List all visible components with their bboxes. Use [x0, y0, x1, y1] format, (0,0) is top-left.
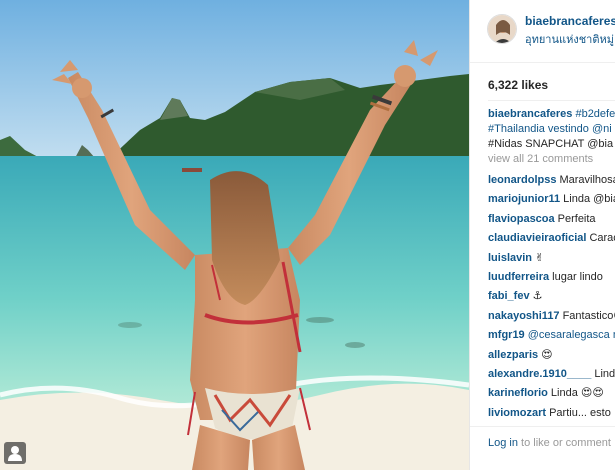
post-footer: Log in to like or comment — [470, 426, 615, 470]
comment-username[interactable]: leonardolpss — [488, 174, 556, 186]
comment-text: Partiu... esto — [549, 406, 611, 419]
comments-list: leonardolpss Maravilhosa mariojunior11 Lin… — [488, 173, 615, 425]
comment-username[interactable]: flaviopascoa — [488, 213, 555, 225]
comment-username[interactable]: luudferreira — [488, 271, 549, 283]
post-caption: biaebrancaferes #b2defe #Thailandia vest… — [488, 107, 615, 152]
comment-item: nakayoshi117Fantastico😍 — [488, 309, 615, 328]
caption-text: #Nidas SNAPCHAT @bia — [488, 138, 614, 150]
comment-item: luislavin ✌ — [488, 251, 615, 270]
comment-item: flaviopascoa Perfeita — [488, 212, 615, 231]
comment-username[interactable]: alexandre.1910____ — [488, 368, 591, 380]
caption-line: biaebrancaferes #b2defe — [488, 107, 615, 122]
comment-item: mfgr19 @cesaralegasca n — [488, 328, 615, 347]
avatar-image — [488, 15, 516, 43]
comment-text: 😍 — [541, 348, 553, 361]
comment-username[interactable]: allezparis — [488, 349, 538, 361]
comment-text: ✌ — [535, 251, 545, 264]
comment-item: allezparis 😍 — [488, 348, 615, 367]
comment-item: mariojunior11 Linda @bia — [488, 192, 615, 211]
view-all-comments-link[interactable]: view all 21 comments — [488, 153, 593, 165]
comment-username[interactable]: luislavin — [488, 252, 532, 264]
comment-item: liviomozart Partiu... esto — [488, 406, 615, 425]
comment-item: karineflorio Linda 😍😍 — [488, 386, 615, 405]
post-sidebar: biaebrancaferes อุทยานแห่งชาติหมู่ 6,322… — [469, 0, 615, 470]
post-header: biaebrancaferes อุทยานแห่งชาติหมู่ — [470, 0, 615, 63]
avatar[interactable] — [487, 14, 517, 44]
caption-text[interactable]: #b2defe — [575, 108, 615, 120]
comment-text: Maravilhosa — [559, 174, 615, 186]
caption-username[interactable]: biaebrancaferes — [488, 108, 572, 120]
comment-item: claudiavieiraoficialCaracas — [488, 231, 615, 250]
comment-text: ⚓ — [532, 290, 543, 303]
tag-user-button[interactable] — [4, 442, 26, 464]
comment-username[interactable]: karineflorio — [488, 387, 548, 399]
comment-username[interactable]: claudiavieiraoficial — [488, 232, 586, 244]
likes-count[interactable]: 6,322 likes — [488, 78, 548, 92]
post-username-link[interactable]: biaebrancaferes — [525, 14, 615, 28]
comment-text: lugar lindo — [552, 270, 603, 283]
comment-username[interactable]: fabi_fev — [488, 290, 530, 302]
comment-text: Linda — [594, 367, 615, 380]
comment-text: Perfeita — [557, 212, 596, 225]
comment-text: Caracas — [589, 232, 615, 245]
comment-username[interactable]: mfgr19 — [488, 329, 525, 341]
divider — [488, 100, 615, 101]
comment-username[interactable]: liviomozart — [488, 407, 546, 419]
comment-item: luudferreira lugar lindo — [488, 270, 615, 289]
comment-username[interactable]: mariojunior11 — [488, 193, 560, 205]
comment-text: @cesaralegasca n — [527, 329, 615, 342]
login-prompt: Log in to like or comment — [488, 437, 611, 449]
comment-text: Linda @bia — [563, 193, 615, 206]
post-location-link[interactable]: อุทยานแห่งชาติหมู่ — [525, 30, 614, 48]
person-silhouette-icon — [8, 446, 22, 461]
comment-text: Linda 😍😍 — [550, 387, 604, 400]
comment-text: Fantastico😍 — [562, 309, 615, 322]
comment-item: leonardolpss Maravilhosa — [488, 173, 615, 192]
login-link[interactable]: Log in — [488, 437, 518, 449]
comment-username[interactable]: nakayoshi117 — [488, 310, 560, 322]
comment-item: fabi_fev ⚓ — [488, 289, 615, 308]
comment-item: alexandre.1910____Linda — [488, 367, 615, 386]
post-photo[interactable] — [0, 0, 469, 470]
caption-text: #Thailandia vestindo @ni — [488, 123, 612, 135]
beach-photo — [0, 0, 469, 470]
login-prompt-text: to like or comment — [517, 437, 611, 449]
